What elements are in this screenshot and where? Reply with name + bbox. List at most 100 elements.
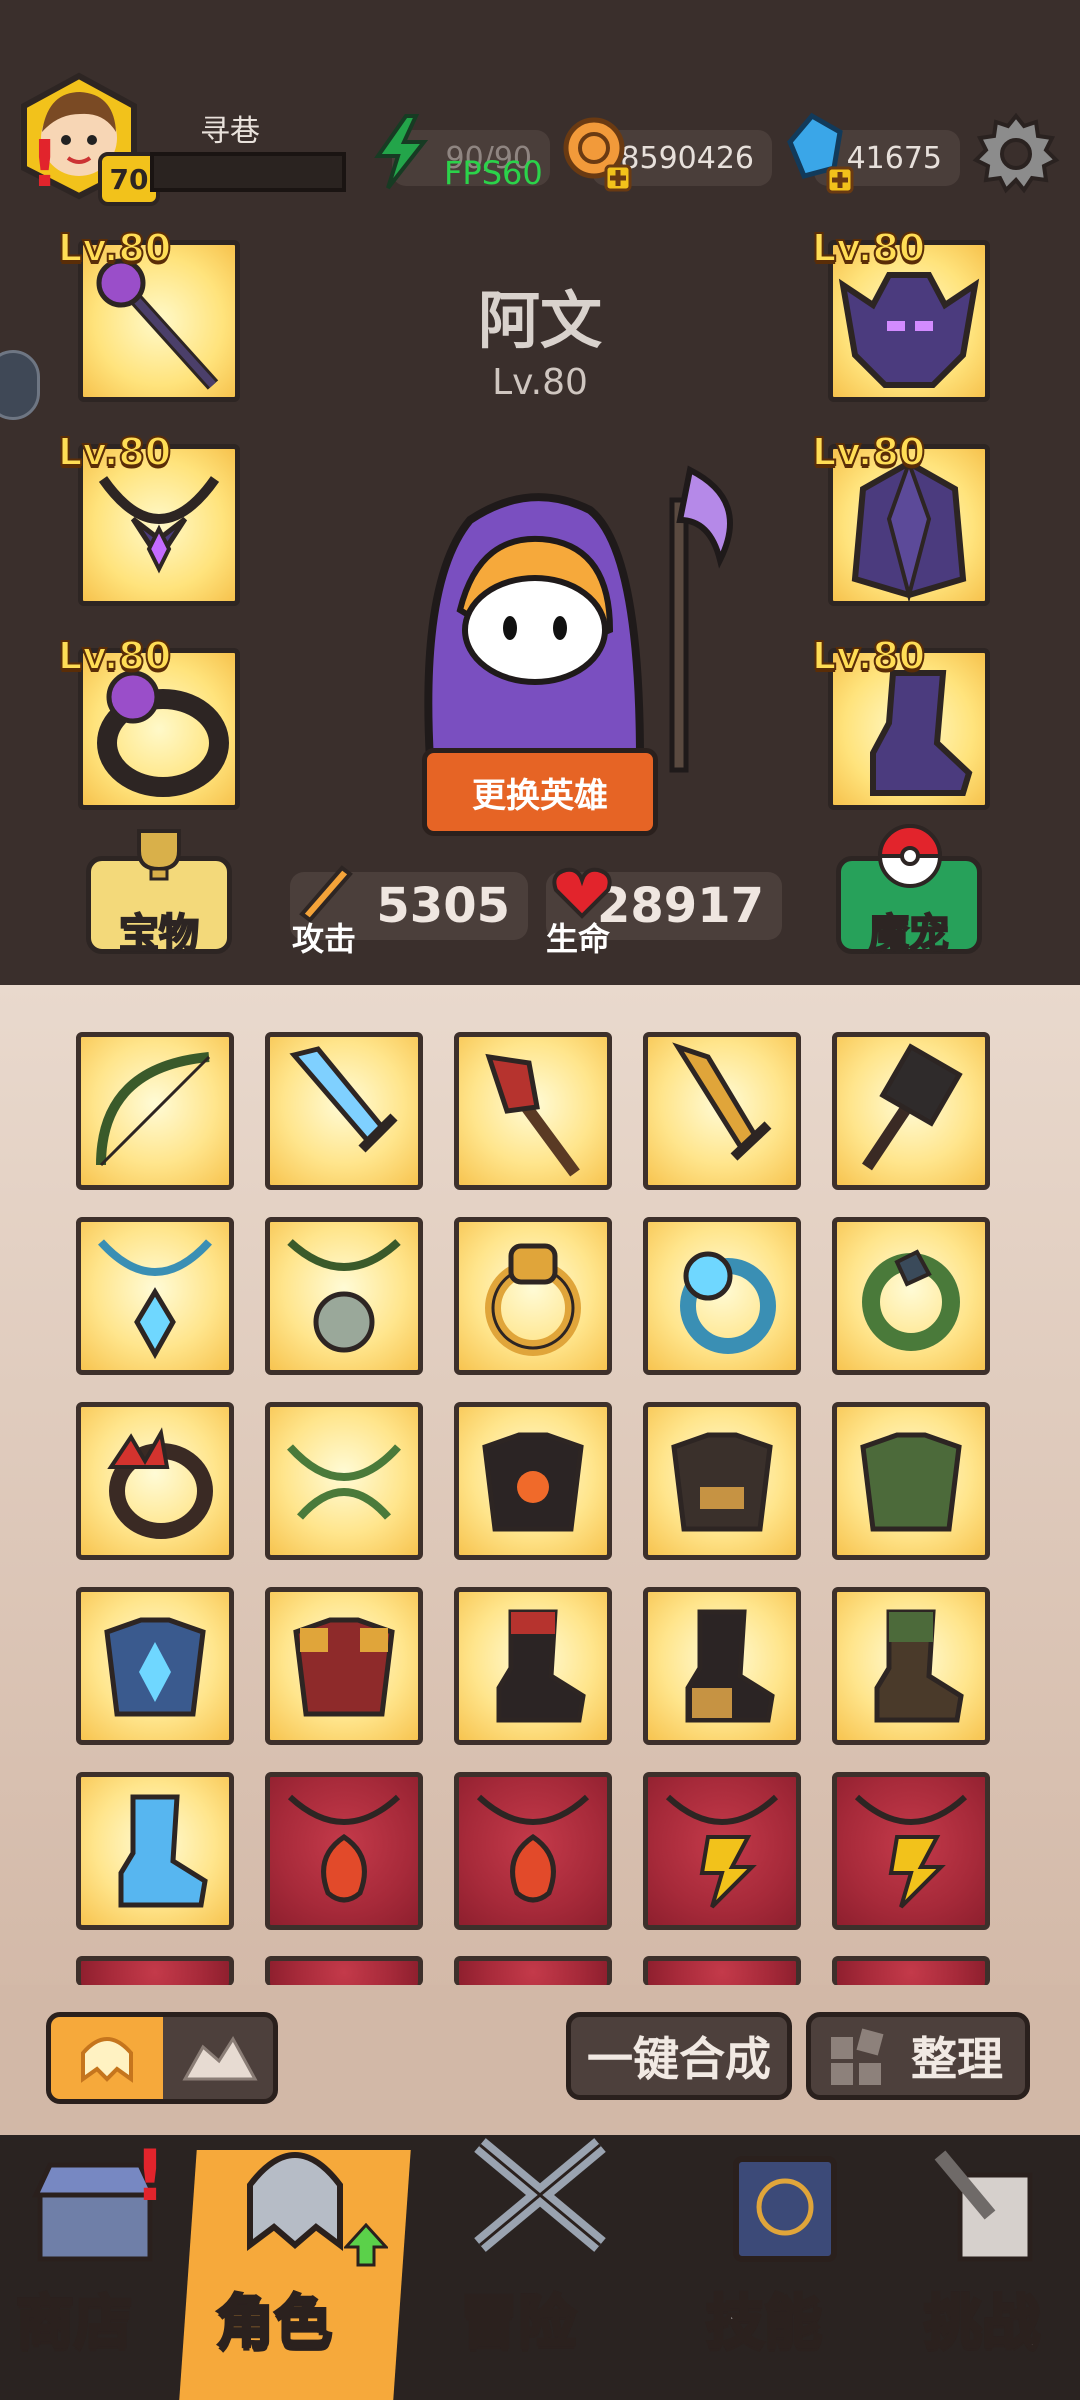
nav-character[interactable]: 角色 — [190, 2135, 400, 2400]
equip-level-2: Lv.80 — [811, 225, 926, 271]
helmet-icon — [247, 2152, 343, 2251]
helmet-icon — [81, 2037, 133, 2083]
gem-icon — [782, 112, 858, 196]
inventory-item[interactable] — [454, 1772, 612, 1930]
lightning-pendant-icon — [665, 1794, 779, 1909]
inventory-item[interactable] — [76, 1217, 234, 1375]
exp-bar — [150, 152, 346, 192]
inventory-item[interactable] — [832, 1587, 990, 1745]
inventory-item[interactable] — [643, 1217, 801, 1375]
hero-character[interactable] — [390, 460, 760, 790]
treasure-label: 宝物 — [118, 910, 200, 958]
golden-sword-icon — [672, 1042, 772, 1161]
inventory-item[interactable] — [832, 1217, 990, 1375]
gold-armor-icon — [293, 1617, 395, 1717]
filter-toggle[interactable] — [46, 2012, 278, 2104]
blue-ring-icon — [680, 1251, 776, 1354]
inventory-item[interactable] — [643, 1032, 801, 1190]
inventory-item[interactable] — [265, 1956, 423, 1986]
inventory-item[interactable] — [454, 1032, 612, 1190]
upgrade-arrow-icon — [344, 2223, 388, 2267]
lava-armor-icon — [482, 1432, 584, 1532]
equip-level-4: Lv.80 — [811, 429, 926, 475]
change-hero-button[interactable]: 更换英雄 — [422, 748, 658, 836]
vine-bracelet-icon — [287, 1444, 401, 1520]
inventory-item[interactable] — [454, 1402, 612, 1560]
gold-ring-icon — [485, 1243, 581, 1356]
lightning-pendant-icon — [854, 1794, 968, 1909]
inventory-item[interactable] — [643, 1587, 801, 1745]
alert-icon: ! — [30, 128, 60, 202]
inventory-item[interactable] — [265, 1402, 423, 1560]
inventory-item[interactable] — [265, 1032, 423, 1190]
challenge-icon — [934, 2150, 1033, 2262]
goblin-armor-icon — [860, 1432, 962, 1532]
hero-level: Lv.80 — [492, 362, 588, 403]
spellbook-icon — [733, 2156, 837, 2262]
inventory-item[interactable] — [832, 1402, 990, 1560]
crystal-necklace-icon — [98, 1239, 212, 1360]
nav-challenge-label: 挑战 — [922, 2287, 1041, 2358]
nav-skills[interactable]: 技能 — [680, 2135, 880, 2400]
fire-ring-icon — [107, 1427, 213, 1539]
equip-level-5: Lv.80 — [57, 633, 172, 679]
inventory-item[interactable] — [76, 1956, 234, 1986]
inventory-item[interactable] — [643, 1402, 801, 1560]
hp-label: 生命 — [546, 920, 611, 958]
nav-shop-label: 商店 — [14, 2287, 133, 2358]
settings-gear-icon[interactable] — [972, 110, 1060, 198]
equip-level-6: Lv.80 — [811, 633, 926, 679]
shop-alert-icon: ! — [134, 2135, 166, 2217]
inventory-item[interactable] — [265, 1587, 423, 1745]
merge-all-button[interactable]: 一键合成 — [566, 2012, 792, 2100]
ice-sword-icon — [289, 1046, 398, 1153]
inventory-item[interactable] — [643, 1956, 801, 1986]
inventory-item[interactable] — [454, 1587, 612, 1745]
nav-adventure[interactable]: 冒险 — [400, 2135, 680, 2400]
hero-name: 阿文 — [477, 284, 602, 357]
bow-icon — [96, 1052, 211, 1167]
nav-character-label: 角色 — [214, 2287, 333, 2358]
heart-icon — [550, 864, 614, 920]
inventory-item[interactable] — [265, 1217, 423, 1375]
inventory-item[interactable] — [832, 1032, 990, 1190]
fire-pendant-icon — [476, 1794, 590, 1903]
inventory-item[interactable] — [832, 1956, 990, 1986]
equip-level-1: Lv.80 — [57, 225, 172, 271]
pet-label: 魔宠 — [868, 910, 950, 958]
fire-pendant-icon — [287, 1794, 401, 1903]
nav-skills-label: 技能 — [704, 2287, 823, 2358]
lava-boots-icon — [496, 1609, 586, 1723]
ice-boots-icon — [118, 1794, 208, 1908]
inventory-item[interactable] — [643, 1772, 801, 1930]
inventory-item[interactable] — [832, 1772, 990, 1930]
treasure-button[interactable]: 宝物 — [86, 829, 232, 958]
stone-icon — [182, 2036, 258, 2081]
inventory-item[interactable] — [454, 1956, 612, 1986]
inventory-item[interactable] — [76, 1032, 234, 1190]
bronze-armor-icon — [671, 1432, 773, 1532]
side-float-button[interactable] — [0, 350, 40, 420]
coin-icon — [562, 112, 634, 194]
inventory-item[interactable] — [76, 1587, 234, 1745]
player-name: 寻巷 — [200, 114, 260, 149]
pet-button[interactable]: 魔宠 — [836, 824, 982, 958]
inventory-item[interactable] — [265, 1772, 423, 1930]
grid-sort-icon — [831, 2028, 884, 2085]
inventory-item[interactable] — [76, 1402, 234, 1560]
inventory-item[interactable] — [76, 1772, 234, 1930]
nav-adventure-label: 冒险 — [458, 2287, 577, 2358]
goblin-boots-icon — [874, 1609, 964, 1723]
skull-necklace-icon — [287, 1239, 401, 1353]
attack-label: 攻击 — [292, 920, 357, 958]
pokeball-icon — [877, 824, 943, 888]
filter-equipment-tab[interactable] — [51, 2017, 163, 2099]
vine-ring-icon — [862, 1249, 960, 1351]
nav-challenge[interactable]: 挑战 — [880, 2135, 1080, 2400]
bronze-boots-icon — [685, 1609, 775, 1723]
filter-material-tab[interactable] — [163, 2017, 273, 2099]
nav-shop[interactable]: ! 商店 — [0, 2135, 190, 2400]
sort-button[interactable]: 整理 — [806, 2012, 1030, 2100]
inventory-item[interactable] — [454, 1217, 612, 1375]
lightning-icon — [366, 112, 436, 192]
